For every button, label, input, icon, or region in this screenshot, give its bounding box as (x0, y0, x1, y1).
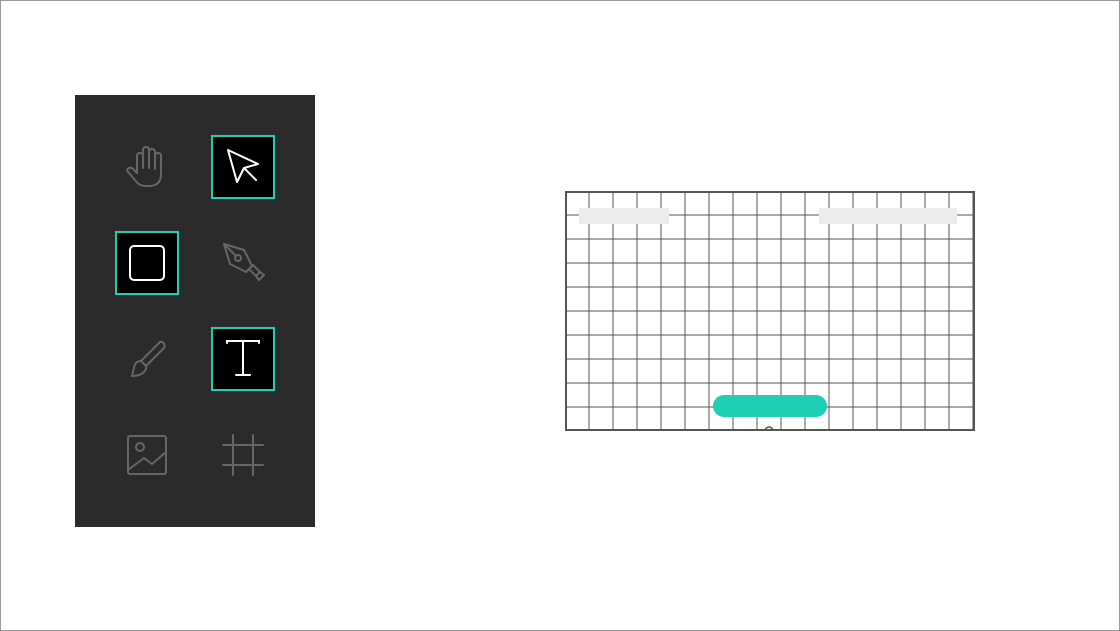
image-icon (127, 435, 167, 475)
frame-tool-button[interactable] (211, 423, 275, 487)
teal-pill-button[interactable] (713, 395, 827, 417)
rectangle-tool-button[interactable] (115, 231, 179, 295)
text-placeholder-right (819, 208, 957, 224)
square-icon (129, 245, 165, 281)
text-tool-button[interactable] (211, 327, 275, 391)
app-frame (0, 0, 1120, 631)
text-t-icon (226, 340, 260, 376)
resize-handle-icon[interactable] (763, 426, 775, 431)
hand-tool-button[interactable] (115, 135, 179, 199)
text-placeholder-left (579, 208, 669, 224)
frame-grid-icon (222, 434, 264, 476)
pen-tool-button[interactable] (211, 231, 275, 295)
select-tool-button[interactable] (211, 135, 275, 199)
pen-nib-icon (223, 243, 265, 281)
image-tool-button[interactable] (115, 423, 179, 487)
hand-icon (126, 146, 162, 187)
brush-tool-button[interactable] (115, 327, 179, 391)
cursor-arrow-icon (227, 149, 259, 183)
paintbrush-icon (131, 340, 166, 377)
tool-palette (75, 95, 315, 527)
drawing-canvas[interactable] (565, 191, 975, 431)
